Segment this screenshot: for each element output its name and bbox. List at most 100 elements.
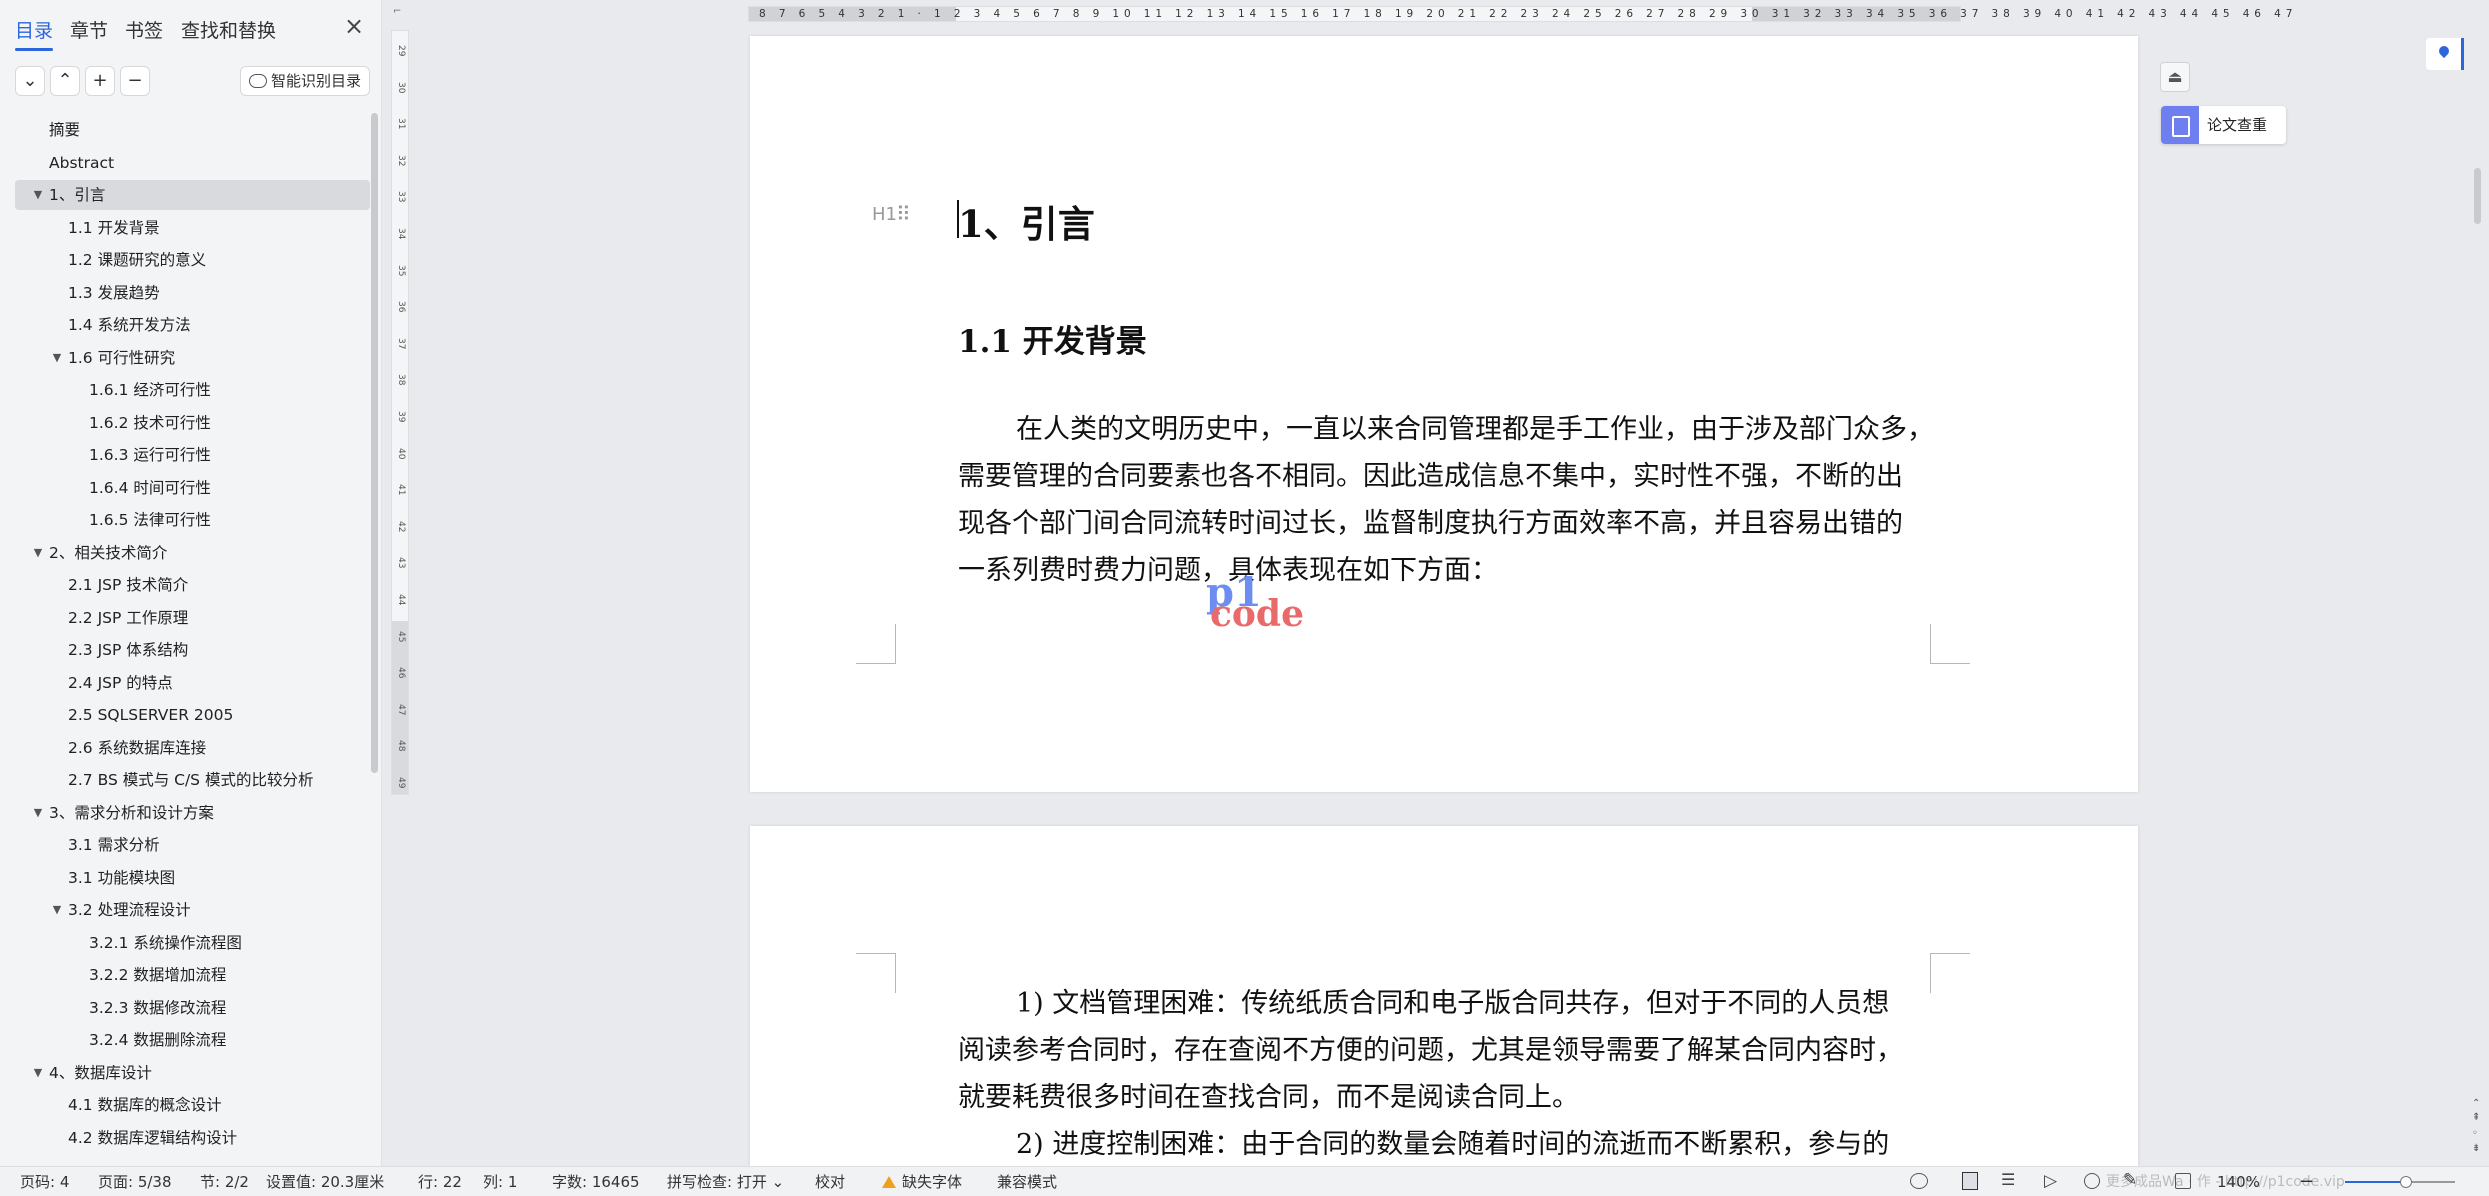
tab-sections[interactable]: 章节 xyxy=(70,16,108,43)
toc-item-label: 1.3 发展趋势 xyxy=(68,283,160,302)
warning-icon xyxy=(882,1176,896,1188)
fit-page-icon[interactable] xyxy=(2175,1173,2191,1189)
paragraph-line[interactable]: 1) 文档管理困难：传统纸质合同和电子版合同共存，但对于不同的人员想 xyxy=(1016,980,1889,1027)
document-page[interactable]: 1) 文档管理困难：传统纸质合同和电子版合同共存，但对于不同的人员想 阅读参考合… xyxy=(750,826,2138,1166)
proofread-button[interactable]: 校对 xyxy=(815,1168,845,1196)
drag-handle-icon[interactable]: ⠿ xyxy=(896,202,911,226)
toc-item[interactable]: 1.6.1 经济可行性 xyxy=(15,375,370,405)
toc-item[interactable]: 4.1 数据库的概念设计 xyxy=(15,1090,370,1120)
scroll-up-icon[interactable]: ⌃ xyxy=(2472,1098,2480,1109)
toc-item[interactable]: 3.2.4 数据删除流程 xyxy=(15,1025,370,1055)
plus-icon[interactable]: + xyxy=(85,66,115,96)
paragraph-line[interactable]: 2) 进度控制困难：由于合同的数量会随着时间的流逝而不断累积，参与的 xyxy=(1016,1121,1889,1166)
page-view-icon[interactable] xyxy=(1962,1172,1978,1190)
prev-page-icon[interactable]: ⇞ xyxy=(2472,1112,2480,1123)
toc-toolbar: ⌄ ⌃ + − 智能识别目录 xyxy=(0,66,382,100)
toc-item[interactable]: 1.3 发展趋势 xyxy=(15,278,370,308)
toc-item[interactable]: 2.7 BS 模式与 C/S 模式的比较分析 xyxy=(15,765,370,795)
toc-item[interactable]: 3.2.3 数据修改流程 xyxy=(15,993,370,1023)
toc-item-label: 3.2.4 数据删除流程 xyxy=(89,1031,227,1049)
toc-item[interactable]: 2.3 JSP 体系结构 xyxy=(15,635,370,665)
toc-item[interactable]: 1.6.2 技术可行性 xyxy=(15,408,370,438)
heading-2[interactable]: 1.1 开发背景 xyxy=(958,316,1147,361)
status-pages[interactable]: 页面: 5/38 xyxy=(98,1168,172,1196)
tab-toc[interactable]: 目录 xyxy=(15,16,54,51)
chevron-up-icon[interactable]: ⌃ xyxy=(50,66,80,96)
paragraph-line[interactable]: 需要管理的合同要素也各不相同。因此造成信息不集中，实时性不强，不断的出 xyxy=(958,453,1903,500)
select-browse-icon[interactable]: ◦ xyxy=(2472,1128,2478,1139)
paragraph-line[interactable]: 现各个部门间合同流转时间过长，监督制度执行方面效率不高，并且容易出错的 xyxy=(958,500,1903,547)
toc-item[interactable]: 2.6 系统数据库连接 xyxy=(15,733,370,763)
toc-item[interactable]: 摘要 xyxy=(15,115,370,145)
next-page-icon[interactable]: ⇟ xyxy=(2472,1143,2480,1154)
expand-arrow-icon[interactable]: ▼ xyxy=(50,895,64,925)
toc-item[interactable]: 3.2.2 数据增加流程 xyxy=(15,960,370,990)
toc-item[interactable]: 1.6.3 运行可行性 xyxy=(15,440,370,470)
vruler-number: 37 xyxy=(396,337,406,350)
paragraph-line[interactable]: 在人类的文明历史中，一直以来合同管理都是手工作业，由于涉及部门众多， xyxy=(1016,406,1934,453)
status-page[interactable]: 页码: 4 xyxy=(20,1168,69,1196)
toc-item[interactable]: 4.2 数据库逻辑结构设计 xyxy=(15,1123,370,1153)
vertical-ruler[interactable]: 29 30 31 32 33 34 35 36 37 38 39 40 41 42 43 44 45 46 47 48… xyxy=(391,30,409,795)
paper-check-button[interactable]: 论文查重 xyxy=(2161,106,2286,144)
toc-item[interactable]: 3.1 功能模块图 xyxy=(15,863,370,893)
collapse-panel-icon[interactable]: ⏏ xyxy=(2160,62,2190,92)
chevron-down-icon[interactable]: ⌄ xyxy=(15,66,45,96)
spell-check-toggle[interactable]: 拼写检查: 打开 ⌄ xyxy=(667,1168,784,1196)
close-icon[interactable]: × xyxy=(342,14,366,38)
missing-font-button[interactable]: 缺失字体 xyxy=(882,1168,962,1196)
tab-bookmarks[interactable]: 书签 xyxy=(125,16,163,43)
smart-toc-button[interactable]: 智能识别目录 xyxy=(240,66,370,96)
expand-arrow-icon[interactable]: ▼ xyxy=(31,1058,45,1088)
location-pin-icon[interactable] xyxy=(2426,38,2464,70)
expand-arrow-icon[interactable]: ▼ xyxy=(31,538,45,568)
toc-item[interactable]: 2.1 JSP 技术简介 xyxy=(15,570,370,600)
toc-item[interactable]: ▼ 3、需求分析和设计方案 xyxy=(15,798,370,828)
toc-item[interactable]: 1.6.4 时间可行性 xyxy=(15,473,370,503)
toc-scrollbar[interactable] xyxy=(371,113,378,773)
toc-item[interactable]: 1.1 开发背景 xyxy=(15,213,370,243)
toc-item[interactable]: 2.4 JSP 的特点 xyxy=(15,668,370,698)
toc-item-label: 2.7 BS 模式与 C/S 模式的比较分析 xyxy=(68,771,314,789)
tab-find-replace[interactable]: 查找和替换 xyxy=(181,16,276,43)
pen-icon[interactable] xyxy=(2123,1166,2141,1194)
vertical-scrollbar[interactable] xyxy=(2474,168,2481,224)
expand-arrow-icon[interactable]: ▼ xyxy=(31,180,45,210)
paragraph-line[interactable]: 就要耗费很多时间在查找合同，而不是阅读合同上。 xyxy=(958,1074,1579,1121)
toc-item-label: 1.6 可行性研究 xyxy=(68,348,176,367)
zoom-out-icon[interactable]: − xyxy=(2299,1168,2314,1196)
web-view-icon[interactable] xyxy=(2084,1173,2100,1189)
zoom-slider-knob[interactable] xyxy=(2399,1176,2412,1188)
horizontal-ruler[interactable]: 8 7 6 5 4 3 2 1 · 1 2 3 4 5 6 7 8 9 10 1… xyxy=(748,6,2292,22)
toc-item[interactable]: Abstract xyxy=(15,148,370,178)
toc-item[interactable]: ▼ 1.6 可行性研究 xyxy=(15,343,370,373)
toc-item[interactable]: 1.6.5 法律可行性 xyxy=(15,505,370,535)
minus-icon[interactable]: − xyxy=(120,66,150,96)
toc-item[interactable]: ▼ 3.2 处理流程设计 xyxy=(15,895,370,925)
heading-1[interactable]: 1、引言 xyxy=(958,194,1095,248)
expand-arrow-icon[interactable]: ▼ xyxy=(31,798,45,828)
zoom-level[interactable]: 140% xyxy=(2217,1168,2260,1196)
toc-item[interactable]: 3.1 需求分析 xyxy=(15,830,370,860)
toc-item[interactable]: ▼ 2、相关技术简介 xyxy=(15,538,370,568)
outline-view-icon[interactable] xyxy=(2001,1166,2019,1194)
vruler-number: 45 xyxy=(396,630,406,643)
ruler-numbers: 8 7 6 5 4 3 2 1 · 1 2 3 4 5 6 7 8 9 10 1… xyxy=(759,8,2298,20)
zoom-slider[interactable] xyxy=(2345,1176,2455,1188)
toc-item[interactable]: 2.2 JSP 工作原理 xyxy=(15,603,370,633)
toc-item-label: 2.4 JSP 的特点 xyxy=(68,673,173,692)
toc-item[interactable]: ▼ 4、数据库设计 xyxy=(15,1058,370,1088)
toc-item[interactable]: 1.4 系统开发方法 xyxy=(15,310,370,340)
toc-item[interactable]: 3.2.1 系统操作流程图 xyxy=(15,928,370,958)
toc-item[interactable]: ▼ 1、引言 xyxy=(15,180,370,210)
toc-item[interactable]: 1.2 课题研究的意义 xyxy=(15,245,370,275)
document-page[interactable]: H1 ⠿ 1、引言 1.1 开发背景 在人类的文明历史中，一直以来合同管理都是手… xyxy=(750,36,2138,792)
read-mode-icon[interactable] xyxy=(2043,1167,2061,1195)
toc-item[interactable]: 2.5 SQLSERVER 2005 xyxy=(15,700,370,730)
eye-icon[interactable] xyxy=(1910,1173,1928,1189)
paragraph-line[interactable]: 阅读参考合同时，存在查阅不方便的问题，尤其是领导需要了解某合同内容时， xyxy=(958,1027,1903,1074)
toc-item-label: 4.2 数据库逻辑结构设计 xyxy=(68,1128,238,1147)
status-col: 列: 1 xyxy=(483,1173,518,1191)
expand-arrow-icon[interactable]: ▼ xyxy=(50,343,64,373)
status-word-count[interactable]: 字数: 16465 xyxy=(552,1168,640,1196)
